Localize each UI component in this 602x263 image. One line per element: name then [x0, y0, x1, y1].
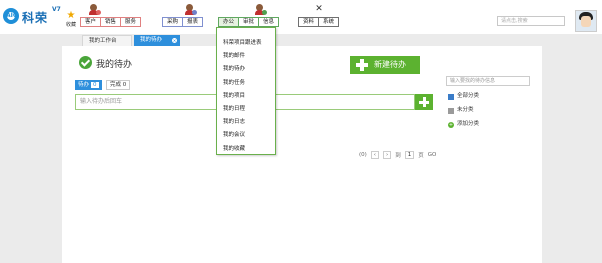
- menu-item-project-followup[interactable]: 科荣项目跟进表: [217, 37, 275, 50]
- favorites-button[interactable]: ★ 收藏: [64, 10, 78, 29]
- nav-customer[interactable]: 客户: [80, 17, 102, 27]
- filter-pending-count: 0: [91, 82, 99, 88]
- tab-my-todo[interactable]: 我的待办 ✕: [134, 35, 180, 46]
- new-todo-button[interactable]: 新建待办: [350, 56, 420, 74]
- pager-jump-suffix: 页: [418, 153, 424, 159]
- nav-group-sales: 客户 销售 服务: [80, 17, 142, 27]
- app-logo[interactable]: AIO: [3, 8, 19, 24]
- pager-total: (0): [359, 152, 367, 158]
- nav-group-system: 资料 系统: [298, 17, 340, 27]
- folder-icon: [448, 107, 454, 114]
- purchase-person-icon: [184, 4, 197, 15]
- brand-version: V7: [52, 6, 61, 13]
- filter-done-count: 0: [122, 82, 127, 88]
- nav-system[interactable]: 系统: [319, 17, 340, 27]
- pager-prev[interactable]: ‹: [370, 151, 379, 159]
- category-all[interactable]: 全部分类: [448, 93, 548, 100]
- category-uncategorized[interactable]: 未分类: [448, 107, 548, 114]
- global-search-input[interactable]: 请点击,搜索: [497, 16, 565, 26]
- filter-pending-label: 待办: [78, 82, 90, 88]
- folder-icon: [448, 93, 454, 100]
- category-sidebar: 输入要找的待办信息 全部分类 未分类 + 添加分类: [442, 76, 548, 128]
- customer-person-icon: [88, 4, 101, 15]
- nav-service[interactable]: 服务: [121, 17, 142, 27]
- menu-item-my-schedule[interactable]: 我的日程: [217, 103, 275, 116]
- brand-name: 科荣: [22, 11, 49, 25]
- filter-done-label: 完成: [110, 82, 122, 88]
- office-dropdown-menu: 科荣项目跟进表 我的邮件 我的待办 我的任务 我的项目 我的日程 我的日志 我的…: [216, 27, 276, 155]
- top-header: AIO 科荣 V7 ★ 收藏 ✕ 客户 销售 服务 采购 报表 办公 审批 信息…: [0, 0, 602, 34]
- menu-item-my-task[interactable]: 我的任务: [217, 77, 275, 90]
- star-icon: ★: [66, 10, 76, 21]
- menu-item-my-log[interactable]: 我的日志: [217, 116, 275, 129]
- plus-circle-icon: +: [448, 121, 454, 128]
- tools-icon: ✕: [315, 4, 323, 14]
- close-tab-icon[interactable]: ✕: [172, 38, 177, 43]
- page-tab-bar: 我的工作台 我的待办 ✕: [0, 34, 602, 46]
- tab-my-todo-label: 我的待办: [140, 37, 163, 43]
- menu-item-my-todo[interactable]: 我的待办: [217, 63, 275, 76]
- nav-purchase[interactable]: 采购: [162, 17, 184, 27]
- filter-done[interactable]: 完成 0: [106, 80, 131, 90]
- tab-my-workbench[interactable]: 我的工作台: [82, 35, 132, 46]
- nav-data[interactable]: 资料: [298, 17, 320, 27]
- filter-pending[interactable]: 待办 0: [75, 80, 102, 90]
- category-search-input[interactable]: 输入要找的待办信息: [446, 76, 530, 86]
- pager-jump-prefix: 到: [395, 153, 401, 159]
- add-category-button[interactable]: + 添加分类: [448, 121, 548, 128]
- nav-group-office: 办公 审批 信息: [218, 17, 280, 27]
- pager-page-input[interactable]: 1: [404, 151, 415, 159]
- nav-office[interactable]: 办公: [218, 17, 240, 27]
- plus-icon: [356, 59, 368, 71]
- check-circle-icon: [79, 56, 92, 69]
- add-todo-button[interactable]: [415, 94, 433, 110]
- nav-info[interactable]: 信息: [259, 17, 280, 27]
- category-all-label: 全部分类: [457, 93, 480, 99]
- add-category-label: 添加分类: [457, 121, 480, 127]
- nav-group-purchase: 采购 报表: [162, 17, 204, 27]
- category-uncategorized-label: 未分类: [457, 107, 474, 113]
- user-avatar[interactable]: [575, 10, 597, 32]
- page-title: 我的待办: [96, 60, 133, 70]
- plus-icon: [419, 97, 429, 107]
- nav-report[interactable]: 报表: [183, 17, 204, 27]
- pager-go-button[interactable]: GO: [428, 152, 437, 158]
- menu-item-my-mail[interactable]: 我的邮件: [217, 50, 275, 63]
- favorites-label: 收藏: [65, 22, 76, 28]
- menu-item-my-meeting[interactable]: 我的会议: [217, 129, 275, 142]
- menu-item-my-project[interactable]: 我的项目: [217, 90, 275, 103]
- nav-approval[interactable]: 审批: [239, 17, 260, 27]
- office-person-icon: [254, 4, 267, 15]
- menu-item-my-favorites[interactable]: 我的收藏: [217, 143, 275, 156]
- new-todo-label: 新建待办: [374, 60, 406, 69]
- logo-text: AIO: [6, 12, 18, 19]
- pagination: (0) ‹ › 到 1 页 GO: [359, 151, 436, 159]
- pager-next[interactable]: ›: [383, 151, 392, 159]
- nav-sales[interactable]: 销售: [101, 17, 122, 27]
